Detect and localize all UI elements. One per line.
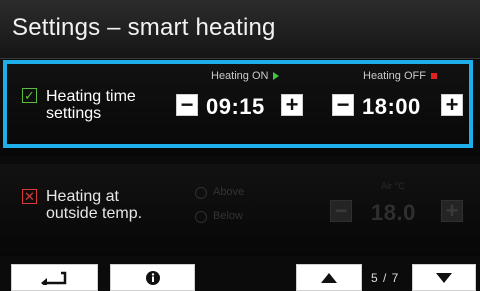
air-temp-label: Air °C [381, 181, 405, 191]
scroll-down-button[interactable] [412, 264, 476, 291]
stop-square-icon [430, 73, 437, 80]
play-arrow-icon [273, 72, 280, 81]
heating-time-label: Heating time settings [46, 88, 136, 122]
x-icon: ✕ [24, 189, 35, 204]
outside-temp-decrement-button[interactable]: − [330, 200, 352, 222]
info-button[interactable] [110, 264, 195, 291]
page-indicator: 5 / 7 [371, 271, 400, 285]
back-arrow-icon [40, 271, 66, 285]
heating-off-decrement-button[interactable]: − [332, 94, 354, 116]
outside-temp-checkbox[interactable]: ✕ [22, 189, 37, 204]
info-icon [145, 270, 160, 285]
heating-time-checkbox[interactable]: ✓ [22, 88, 37, 103]
scroll-up-button[interactable] [296, 264, 362, 291]
heating-off-label: Heating OFF [363, 70, 437, 82]
down-arrow-icon [436, 272, 452, 283]
outside-temp-value: 18.0 [371, 200, 416, 225]
page-title: Settings – smart heating [12, 14, 276, 41]
radio-below-label: Below [213, 210, 243, 222]
heating-off-increment-button[interactable]: + [441, 94, 463, 116]
heating-on-label: Heating ON [211, 70, 280, 82]
heating-on-decrement-button[interactable]: − [176, 94, 198, 116]
heating-on-value: 09:15 [206, 94, 265, 119]
radio-above-label: Above [213, 186, 245, 198]
back-button[interactable] [11, 264, 98, 291]
up-arrow-icon [321, 272, 337, 283]
header-bar: Settings – smart heating [0, 0, 480, 59]
heating-off-value: 18:00 [362, 94, 421, 119]
outside-temp-label: Heating at outside temp. [46, 188, 143, 222]
heating-on-increment-button[interactable]: + [281, 94, 303, 116]
radio-below[interactable] [195, 211, 207, 223]
check-icon: ✓ [24, 88, 35, 103]
radio-above[interactable] [195, 187, 207, 199]
outside-temp-increment-button[interactable]: + [441, 200, 463, 222]
